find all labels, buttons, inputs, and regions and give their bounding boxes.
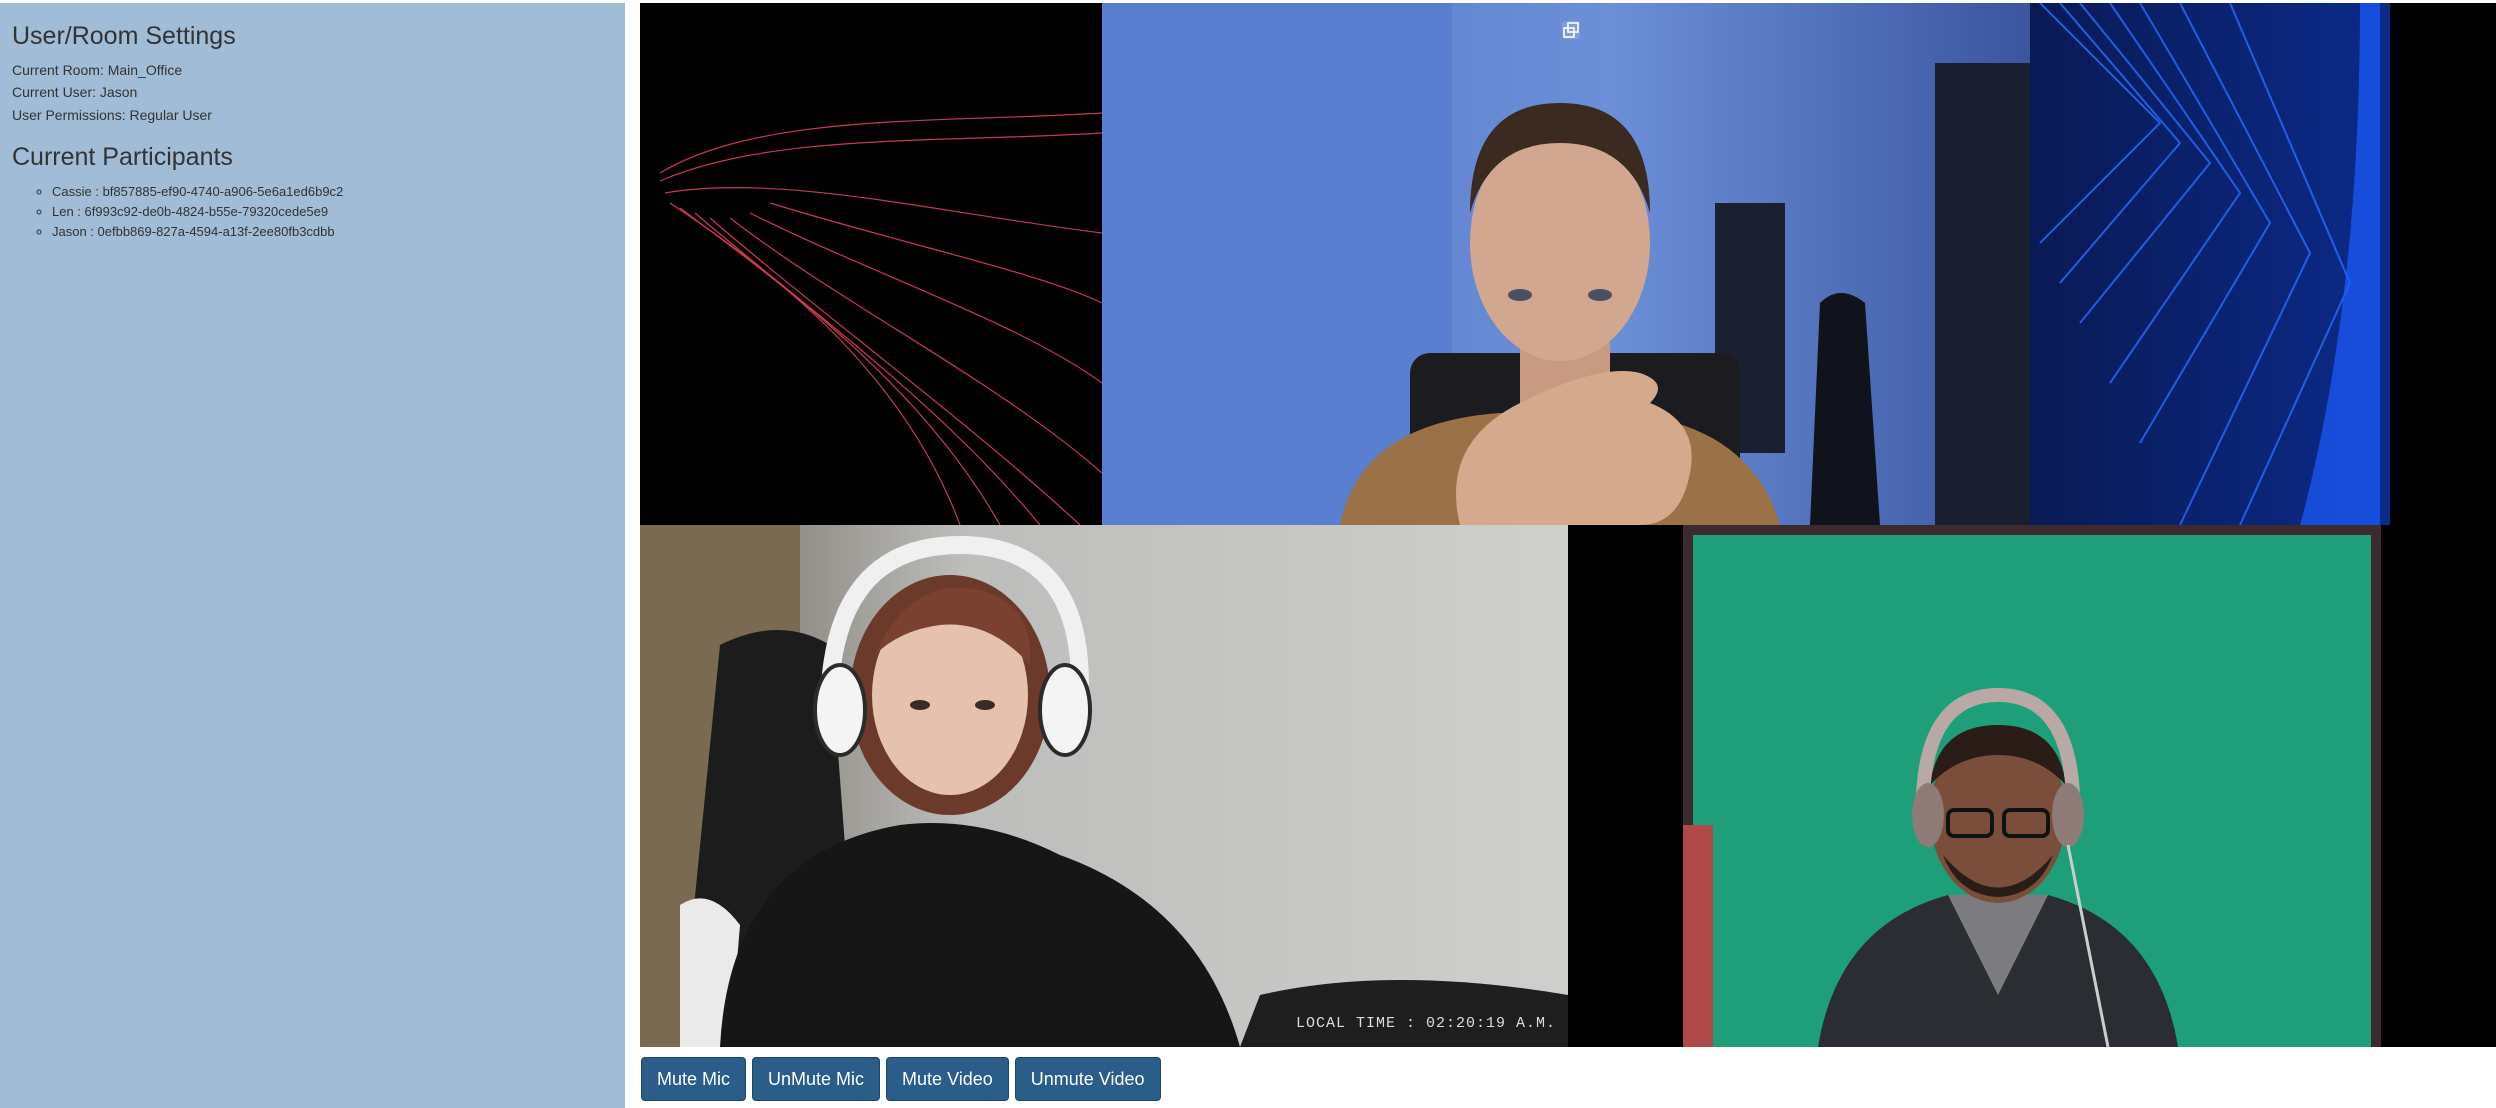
participants-title: Current Participants	[12, 143, 233, 171]
participants-list: Cassie : bf857885-ef90-4740-a906-5e6a1ed…	[12, 182, 613, 242]
video-tile-cassie[interactable]	[640, 525, 1568, 1047]
current-user: Current User: Jason	[12, 84, 138, 100]
settings-sidebar: User/Room Settings Current Room: Main_Of…	[0, 3, 625, 1108]
mute-mic-button[interactable]: Mute Mic	[641, 1057, 747, 1101]
unmute-video-button[interactable]: Unmute Video	[1014, 1057, 1161, 1101]
participant-item: Jason : 0efbb869-827a-4594-a13f-2ee80fb3…	[52, 222, 613, 242]
participant-item: Len : 6f993c92-de0b-4824-b55e-79320cede5…	[52, 202, 613, 222]
unmute-mic-button[interactable]: UnMute Mic	[752, 1057, 881, 1101]
video-tile-jason[interactable]	[640, 3, 2496, 525]
mute-video-button[interactable]: Mute Video	[886, 1057, 1009, 1101]
participant-item: Cassie : bf857885-ef90-4740-a906-5e6a1ed…	[52, 182, 613, 202]
popout-icon[interactable]	[1561, 20, 1581, 45]
user-permissions: User Permissions: Regular User	[12, 106, 212, 123]
video-grid	[640, 3, 2496, 1047]
video-tile-len[interactable]	[1568, 525, 2496, 1047]
media-controls: Mute Mic UnMute Mic Mute Video Unmute Vi…	[641, 1057, 1161, 1101]
settings-title: User/Room Settings	[12, 22, 236, 50]
room-info: Current Room: Main_Office Current User: …	[12, 59, 613, 127]
local-time-overlay: LOCAL TIME : 02:20:19 A.M.	[1296, 1015, 1557, 1032]
current-room: Current Room: Main_Office	[12, 61, 183, 78]
